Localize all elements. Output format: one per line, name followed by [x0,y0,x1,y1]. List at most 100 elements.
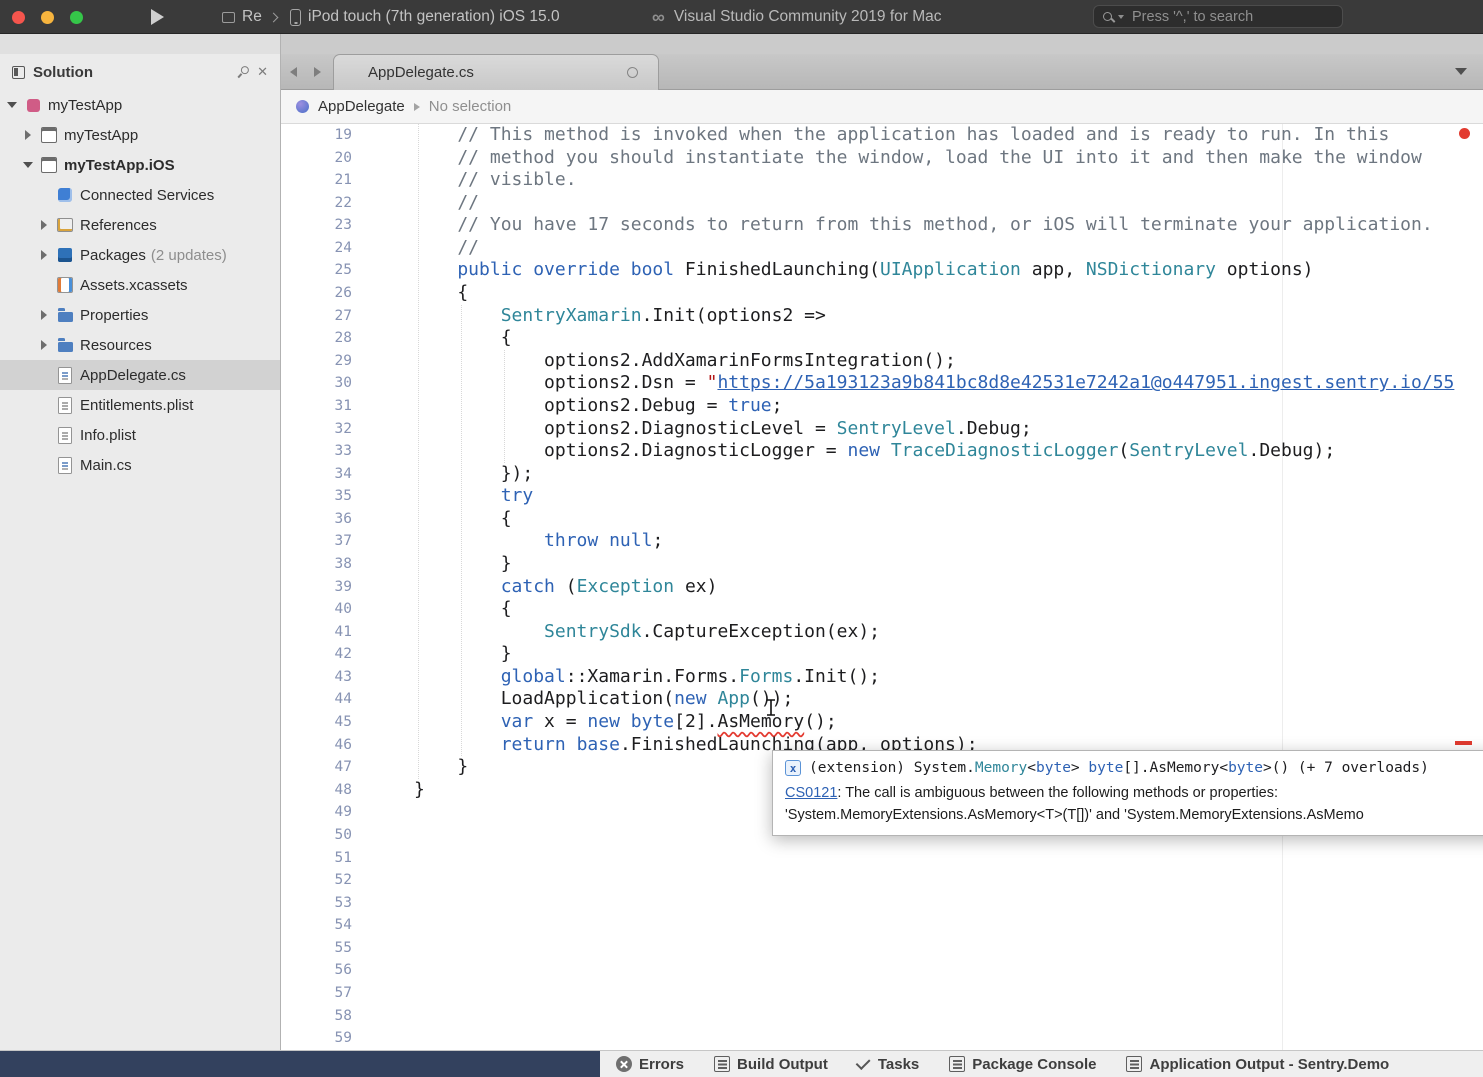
line-number[interactable]: 19 [281,124,352,147]
line-number[interactable]: 37 [281,530,352,553]
code-line[interactable]: 42 } [281,643,1483,666]
search-input[interactable] [1130,8,1333,26]
line-number[interactable]: 45 [281,711,352,734]
line-number[interactable]: 46 [281,734,352,757]
code-line[interactable]: 44 LoadApplication(new App()); [281,688,1483,711]
tree-item-assets-xcassets[interactable]: Assets.xcassets [0,270,280,300]
line-number[interactable]: 26 [281,282,352,305]
tree-item-properties[interactable]: Properties [0,300,280,330]
tree-item-references[interactable]: References [0,210,280,240]
tree-item-appdelegate-cs[interactable]: AppDelegate.cs [0,360,280,390]
tree-item-resources[interactable]: Resources [0,330,280,360]
line-number[interactable]: 54 [281,914,352,937]
line-number[interactable]: 20 [281,147,352,170]
code-line[interactable]: 45 var x = new byte[2].AsMemory(); [281,711,1483,734]
line-number[interactable]: 25 [281,259,352,282]
pad-button-build-output[interactable]: Build Output [714,1056,828,1073]
chevron-right-icon[interactable] [38,220,50,230]
line-number[interactable]: 38 [281,553,352,576]
line-number[interactable]: 50 [281,824,352,847]
line-number[interactable]: 30 [281,372,352,395]
nav-forward-button[interactable] [305,54,329,89]
line-number[interactable]: 57 [281,982,352,1005]
tree-item-info-plist[interactable]: Info.plist [0,420,280,450]
zoom-button[interactable] [70,11,83,24]
tree-item-mytestapp[interactable]: myTestApp [0,120,280,150]
code-line[interactable]: 58 [281,1005,1483,1028]
code-line[interactable]: 29 options2.AddXamarinFormsIntegration()… [281,350,1483,373]
code-line[interactable]: 21 // visible. [281,169,1483,192]
line-number[interactable]: 59 [281,1027,352,1050]
code-line[interactable]: 55 [281,937,1483,960]
code-line[interactable]: 51 [281,847,1483,870]
close-button[interactable] [12,11,25,24]
line-number[interactable]: 39 [281,576,352,599]
code-line[interactable]: 19 // This method is invoked when the ap… [281,124,1483,147]
code-line[interactable]: 57 [281,982,1483,1005]
line-number[interactable]: 41 [281,621,352,644]
code-line[interactable]: 38 } [281,553,1483,576]
code-line[interactable]: 34 }); [281,463,1483,486]
line-number[interactable]: 52 [281,869,352,892]
code-line[interactable]: 24 // [281,237,1483,260]
line-number[interactable]: 47 [281,756,352,779]
code-line[interactable]: 30 options2.Dsn = "https://5a193123a9b84… [281,372,1483,395]
pad-button-application-output-sentry-demo[interactable]: Application Output - Sentry.Demo [1126,1056,1389,1073]
device-selector[interactable]: iPod touch (7th generation) iOS 15.0 [290,0,560,34]
tree-item-mytestapp[interactable]: myTestApp [0,90,280,120]
code-line[interactable]: 28 { [281,327,1483,350]
chevron-down-icon[interactable] [22,162,34,168]
code-line[interactable]: 43 global::Xamarin.Forms.Forms.Init(); [281,666,1483,689]
line-number[interactable]: 53 [281,892,352,915]
line-number[interactable]: 58 [281,1005,352,1028]
code-line[interactable]: 25 public override bool FinishedLaunchin… [281,259,1483,282]
code-line[interactable]: 53 [281,892,1483,915]
line-number[interactable]: 33 [281,440,352,463]
chevron-right-icon[interactable] [22,130,34,140]
line-number[interactable]: 44 [281,688,352,711]
line-number[interactable]: 29 [281,350,352,373]
chevron-right-icon[interactable] [38,340,50,350]
code-line[interactable]: 22 // [281,192,1483,215]
breadcrumb-selection[interactable]: No selection [429,98,512,115]
line-number[interactable]: 48 [281,779,352,802]
pad-button-package-console[interactable]: Package Console [949,1056,1096,1073]
chevron-right-icon[interactable] [38,310,50,320]
tree-item-entitlements-plist[interactable]: Entitlements.plist [0,390,280,420]
tree-item-main-cs[interactable]: Main.cs [0,450,280,480]
error-code-link[interactable]: CS0121 [785,785,837,801]
line-number[interactable]: 35 [281,485,352,508]
line-number[interactable]: 28 [281,327,352,350]
line-number[interactable]: 40 [281,598,352,621]
pad-button-tasks[interactable]: Tasks [858,1056,919,1073]
tree-item-packages[interactable]: Packages(2 updates) [0,240,280,270]
line-number[interactable]: 55 [281,937,352,960]
code-line[interactable]: 26 { [281,282,1483,305]
close-icon[interactable] [257,63,268,81]
code-area[interactable]: 19 // This method is invoked when the ap… [281,124,1483,1050]
code-line[interactable]: 52 [281,869,1483,892]
line-number[interactable]: 22 [281,192,352,215]
line-number[interactable]: 36 [281,508,352,531]
code-line[interactable]: 32 options2.DiagnosticLevel = SentryLeve… [281,418,1483,441]
tree-item-connected-services[interactable]: Connected Services [0,180,280,210]
tab-appdelegate[interactable]: AppDelegate.cs [333,54,659,90]
chevron-right-icon[interactable] [38,250,50,260]
breadcrumb-scope[interactable]: AppDelegate [318,98,405,115]
line-number[interactable]: 23 [281,214,352,237]
code-line[interactable]: 36 { [281,508,1483,531]
minimize-button[interactable] [41,11,54,24]
chevron-down-icon[interactable] [6,102,18,108]
nav-back-button[interactable] [281,54,305,89]
line-number[interactable]: 42 [281,643,352,666]
code-line[interactable]: 35 try [281,485,1483,508]
line-number[interactable]: 56 [281,959,352,982]
line-number[interactable]: 32 [281,418,352,441]
code-line[interactable]: 40 { [281,598,1483,621]
tab-list-dropdown[interactable] [1455,54,1467,89]
code-line[interactable]: 41 SentrySdk.CaptureException(ex); [281,621,1483,644]
code-line[interactable]: 33 options2.DiagnosticLogger = new Trace… [281,440,1483,463]
pad-button-errors[interactable]: Errors [616,1056,684,1073]
code-line[interactable]: 20 // method you should instantiate the … [281,147,1483,170]
code-line[interactable]: 23 // You have 17 seconds to return from… [281,214,1483,237]
